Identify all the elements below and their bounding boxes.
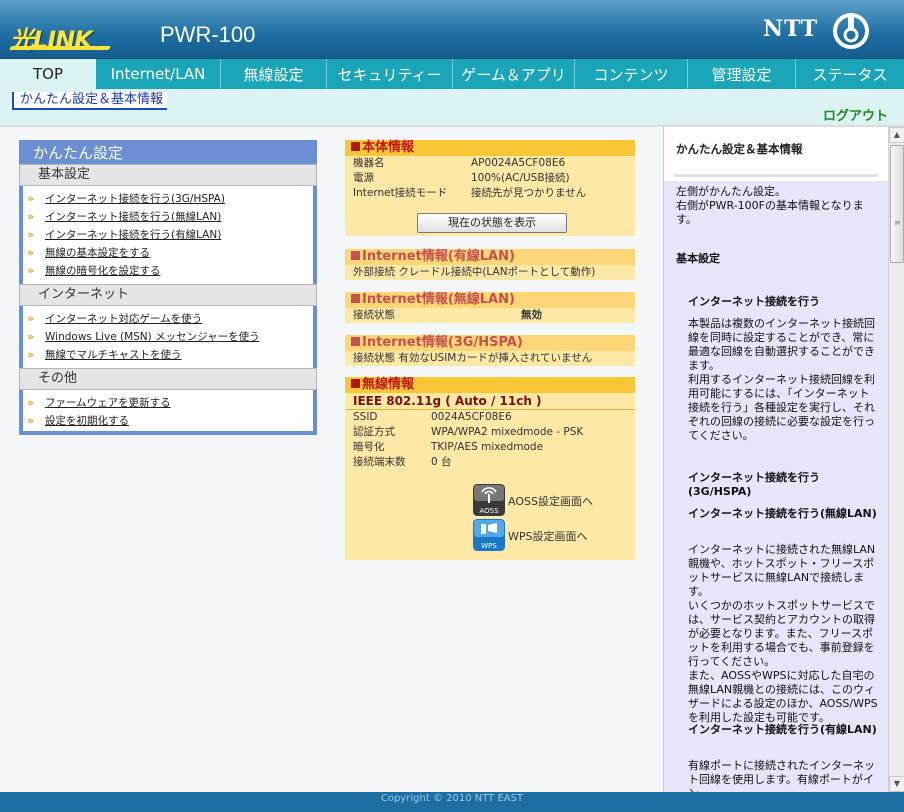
section-basic: 基本設定 (19, 164, 317, 186)
link-wireless-basic[interactable]: » 無線の基本設定をする (23, 244, 313, 262)
device-info-box: 本体情報 機器名 AP0024A5CF08E6 電源 100%(AC/USB接続) … (345, 140, 635, 236)
link-online-game[interactable]: » インターネット対応ゲームを使う (23, 310, 313, 328)
link-connect-wired[interactable]: » インターネット接続を行う(有線LAN) (23, 226, 313, 244)
tab-security[interactable]: セキュリティー (327, 59, 453, 89)
wireless-info-header: 無線情報 (345, 377, 635, 393)
link-wireless-encrypt[interactable]: » 無線の暗号化を設定する (23, 262, 313, 280)
header-bar: 光LINK PWR-100 NTT (0, 0, 904, 59)
footer: Copyright © 2010 NTT EAST (0, 792, 904, 812)
info-row: 接続状態 有効なUSIMカードが挿入されていません (353, 352, 593, 364)
help-heading: インターネット接続を行う(3G/HSPA) (688, 471, 820, 498)
wireless-info-box: 無線情報 IEEE 802.11g ( Auto / 11ch ) SSID 00… (345, 377, 635, 560)
double-arrow-icon: » (27, 330, 35, 343)
link-reset[interactable]: » 設定を初期化する (23, 412, 313, 430)
aoss-icon[interactable]: AOSS (473, 484, 505, 516)
info-row: 電源 100%(AC/USB接続) (353, 172, 570, 184)
help-heading: インターネット接続を行う(有線LAN) (688, 723, 877, 736)
logout-link[interactable]: ログアウト (823, 105, 888, 124)
tab-admin[interactable]: 管理設定 (688, 59, 796, 89)
device-info-header: 本体情報 (345, 140, 635, 156)
easy-setup-title: かんたん設定 (19, 144, 317, 164)
help-scrollbar[interactable]: ▲ ≡ ▼ (888, 127, 904, 792)
wlan-info-header: Internet情報(無線LAN) (345, 292, 635, 308)
help-heading: インターネット接続を行う(無線LAN) (688, 507, 877, 520)
hspa-info-header: Internet情報(3G/HSPA) (345, 335, 635, 351)
ntt-logo-text: NTT (763, 16, 819, 42)
info-row: Internet接続モード 接続先が見つかりません (353, 187, 587, 199)
ntt-logo-icon (833, 13, 869, 49)
link-connect-wlan[interactable]: » インターネット接続を行う(無線LAN) (23, 208, 313, 226)
sub-bar: かんたん設定＆基本情報 ログアウト (0, 89, 904, 125)
help-paragraph: インターネットに接続された無線LAN親機や、ホットスポット・フリースポットサービ… (688, 543, 878, 724)
help-paragraph: 本製品は複数のインターネット接続回線を同時に設定することができ、常に最適な回線を… (688, 317, 875, 442)
double-arrow-icon: » (27, 414, 35, 427)
wired-info-header: Internet情報(有線LAN) (345, 249, 635, 265)
tab-top[interactable]: TOP (0, 59, 96, 89)
tab-wireless[interactable]: 無線設定 (221, 59, 327, 89)
scroll-thumb[interactable]: ≡ (890, 145, 904, 263)
section-internet: インターネット (19, 284, 317, 306)
help-paragraph: 有線ポートに接続されたインターネット回線を使用します。有線ポートがイン (688, 759, 875, 792)
help-basic: 基本設定 (676, 252, 720, 265)
section-other: その他 (19, 368, 317, 390)
wps-icon[interactable]: WPS (473, 519, 505, 551)
wlan-info-box: Internet情報(無線LAN) 接続状態 無効 (345, 292, 635, 323)
help-title: かんたん設定＆基本情報 (676, 142, 803, 156)
breadcrumb[interactable]: かんたん設定＆基本情報 (12, 92, 168, 110)
link-multicast[interactable]: » 無線でマルチキャストを使う (23, 346, 313, 364)
aoss-link[interactable]: AOSS設定画面へ (508, 493, 593, 509)
tab-game-app[interactable]: ゲーム＆アプリ (453, 59, 575, 89)
double-arrow-icon: » (27, 228, 35, 241)
double-arrow-icon: » (27, 210, 35, 223)
link-connect-3g[interactable]: » インターネット接続を行う(3G/HSPA) (23, 190, 313, 208)
model-name: PWR-100 (160, 22, 256, 47)
double-arrow-icon: » (27, 348, 35, 361)
help-intro: 左側がかんたん設定。 右側がPWR-100Fの基本情報となります。 (676, 185, 864, 226)
svg-text:AOSS: AOSS (479, 507, 499, 515)
show-status-button[interactable]: 現在の状態を表示 (417, 213, 567, 233)
double-arrow-icon: » (27, 246, 35, 259)
help-panel: かんたん設定＆基本情報 左側がかんたん設定。 右側がPWR-100Fの基本情報と… (663, 127, 889, 792)
link-messenger[interactable]: » Windows Live (MSN) メッセンジャーを使う (23, 328, 313, 346)
wired-info-box: Internet情報(有線LAN) 外部接続 クレードル接続中(LANポートとし… (345, 249, 635, 280)
browser-page: 光LINK PWR-100 NTT TOP Internet/LAN 無線設定 … (0, 0, 904, 812)
tab-contents[interactable]: コンテンツ (575, 59, 688, 89)
info-row: 接続状態 無効 (353, 309, 542, 321)
tab-internet-lan[interactable]: Internet/LAN (96, 59, 221, 89)
svg-text:WPS: WPS (481, 542, 497, 550)
logo-swoosh (8, 46, 112, 50)
easy-setup-panel: かんたん設定 基本設定 » インターネット接続を行う(3G/HSPA) » インター… (19, 140, 317, 435)
main-nav: TOP Internet/LAN 無線設定 セキュリティー ゲーム＆アプリ コン… (0, 59, 904, 89)
hspa-info-box: Internet情報(3G/HSPA) 接続状態 有効なUSIMカードが挿入され… (345, 335, 635, 366)
info-row: SSID 0024A5CF08E6 (353, 411, 512, 423)
double-arrow-icon: » (27, 312, 35, 325)
info-row: 接続端末数 0 台 (353, 456, 452, 468)
double-arrow-icon: » (27, 264, 35, 277)
scroll-up-icon[interactable]: ▲ (889, 127, 904, 143)
double-arrow-icon: » (27, 396, 35, 409)
tab-status[interactable]: ステータス (796, 59, 904, 89)
double-arrow-icon: » (27, 192, 35, 205)
info-row: 暗号化 TKIP/AES mixedmode (353, 441, 544, 453)
link-firmware[interactable]: » ファームウェアを更新する (23, 394, 313, 412)
info-row: 認証方式 WPA/WPA2 mixedmode - PSK (353, 426, 584, 438)
ieee-mode: IEEE 802.11g ( Auto / 11ch ) (345, 393, 635, 410)
wps-link[interactable]: WPS設定画面へ (508, 528, 588, 544)
info-row: 機器名 AP0024A5CF08E6 (353, 157, 566, 169)
help-heading: インターネット接続を行う (688, 295, 820, 308)
scroll-down-icon[interactable]: ▼ (889, 776, 904, 792)
info-row: 外部接続 クレードル接続中(LANポートとして動作) (353, 266, 596, 278)
